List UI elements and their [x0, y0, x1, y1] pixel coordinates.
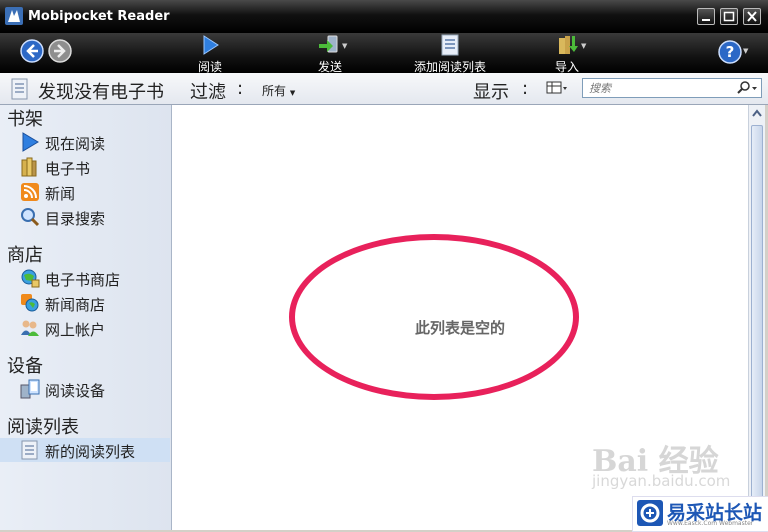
import-button[interactable]: 导入 — [552, 34, 582, 74]
section-heading-store: 商店 — [7, 245, 43, 266]
site-subtitle: Www.Easck.Com Webmaster — [667, 520, 754, 527]
chevron-down-icon: ▼ — [289, 89, 296, 97]
reading-list-icon — [21, 440, 38, 460]
sidebar-item-online-account[interactable]: 网上帐户 — [0, 316, 170, 340]
sidebar-item-label: 新闻商店 — [45, 296, 106, 314]
svg-text:?: ? — [726, 43, 735, 61]
sidebar-item-label: 电子书商店 — [45, 271, 121, 289]
news-store-icon — [21, 294, 39, 312]
import-icon — [559, 36, 578, 54]
section-heading-devices: 设备 — [7, 356, 43, 377]
play-icon — [22, 132, 39, 152]
filter-select[interactable]: 所有 ▼ — [262, 82, 295, 99]
maximize-button[interactable] — [720, 8, 738, 25]
main-toolbar: 阅读 发送 ▼ 添加阅读列表 导入 ▼ ? ▼ — [0, 33, 768, 74]
title-bar: Mobipocket Reader — [0, 0, 768, 33]
sidebar-item-label: 电子书 — [45, 160, 91, 178]
search-icon[interactable] — [735, 81, 759, 95]
sidebar-item-label: 新的阅读列表 — [45, 443, 136, 461]
sidebar-item-label: 现在阅读 — [45, 135, 106, 153]
forward-button[interactable] — [48, 39, 72, 63]
maximize-icon — [723, 11, 735, 22]
section-heading-reading-lists: 阅读列表 — [7, 417, 79, 438]
baidu-watermark-url: jingyan.baidu.com — [592, 472, 731, 490]
filter-colon: : — [237, 78, 244, 99]
import-dropdown-icon[interactable]: ▼ — [581, 42, 586, 50]
back-button[interactable] — [20, 39, 44, 63]
close-icon — [747, 11, 757, 22]
send-device-icon — [319, 35, 338, 53]
sidebar-item-label: 目录搜索 — [45, 210, 106, 228]
add-reading-list-button[interactable]: 添加阅读列表 — [410, 34, 490, 74]
filter-value: 所有 — [262, 84, 287, 98]
device-icon — [20, 379, 40, 399]
window-title: Mobipocket Reader — [28, 9, 170, 24]
search-box — [582, 78, 762, 98]
sidebar-item-label: 网上帐户 — [45, 321, 106, 339]
rss-icon — [21, 183, 39, 201]
app-logo-icon — [5, 7, 23, 25]
site-watermark: 易采站长站 Www.Easck.Com Webmaster — [632, 496, 768, 532]
display-colon: : — [522, 78, 529, 99]
sidebar-item-ebook-store[interactable]: 电子书商店 — [0, 266, 170, 290]
empty-list-message: 此列表是空的 — [414, 319, 505, 337]
help-dropdown-icon[interactable]: ▼ — [743, 47, 748, 55]
site-logo-icon — [637, 500, 663, 526]
send-dropdown-icon[interactable]: ▼ — [342, 42, 347, 50]
sidebar-item-reading-device[interactable]: 阅读设备 — [0, 377, 170, 401]
magnifier-icon — [21, 208, 40, 227]
minimize-icon — [702, 19, 710, 21]
sidebar-item-now-reading[interactable]: 现在阅读 — [0, 130, 170, 154]
close-button[interactable] — [743, 8, 761, 25]
reading-list-icon — [441, 34, 459, 56]
globe-store-icon — [21, 269, 40, 288]
search-input[interactable] — [585, 80, 733, 96]
send-button[interactable]: 发送 — [312, 34, 348, 74]
scrollbar-thumb[interactable] — [751, 125, 763, 525]
users-icon — [21, 320, 39, 336]
status-text: 发现没有电子书 — [38, 82, 164, 103]
sidebar-item-ebooks[interactable]: 电子书 — [0, 155, 170, 179]
sidebar-item-news-store[interactable]: 新闻商店 — [0, 291, 170, 315]
play-icon — [203, 35, 219, 55]
sidebar: 书架 现在阅读 电子书 新闻 目录搜索 商店 电子书商店 新闻商店 网上帐户 设… — [0, 105, 172, 530]
section-heading-bookshelf: 书架 — [7, 109, 43, 130]
filter-label: 过滤 — [190, 82, 226, 103]
read-button[interactable]: 阅读 — [190, 34, 230, 74]
books-icon — [21, 157, 37, 177]
display-label: 显示 — [473, 82, 509, 103]
vertical-scrollbar[interactable] — [748, 105, 765, 530]
help-button[interactable]: ? — [718, 40, 742, 64]
scroll-up-icon[interactable] — [750, 107, 764, 121]
sidebar-item-catalog-search[interactable]: 目录搜索 — [0, 205, 170, 229]
sidebar-item-label: 阅读设备 — [45, 382, 106, 400]
book-list-icon — [11, 78, 28, 100]
view-mode-icon[interactable] — [546, 81, 568, 95]
sidebar-item-new-reading-list[interactable]: 新的阅读列表 — [0, 438, 170, 462]
sidebar-item-label: 新闻 — [45, 185, 76, 203]
minimize-button[interactable] — [697, 8, 715, 25]
filter-bar: 发现没有电子书 过滤 : 所有 ▼ 显示 : — [0, 73, 768, 105]
sidebar-item-news[interactable]: 新闻 — [0, 180, 170, 204]
